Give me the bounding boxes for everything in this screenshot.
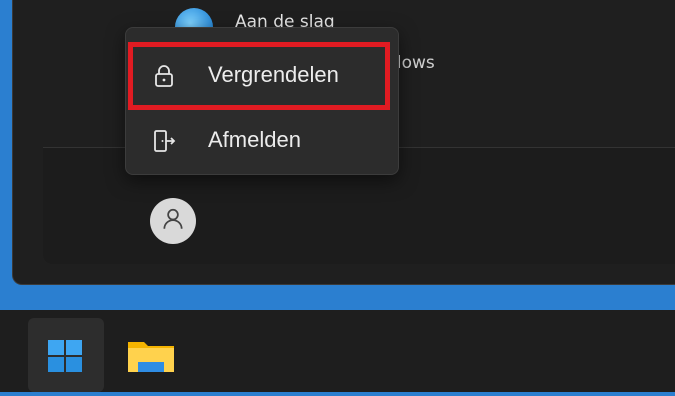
user-avatar-button[interactable] (150, 198, 196, 244)
file-explorer-button[interactable] (120, 318, 186, 392)
folder-icon (120, 342, 186, 396)
windows-logo-icon (28, 340, 104, 396)
user-avatar-icon (160, 206, 186, 236)
taskbar (0, 310, 675, 392)
sign-out-menu-item[interactable]: Afmelden (126, 114, 398, 168)
sign-out-icon (152, 129, 176, 153)
start-button[interactable] (28, 318, 104, 392)
highlight-box (128, 42, 390, 110)
sign-out-menu-label: Afmelden (208, 127, 301, 152)
